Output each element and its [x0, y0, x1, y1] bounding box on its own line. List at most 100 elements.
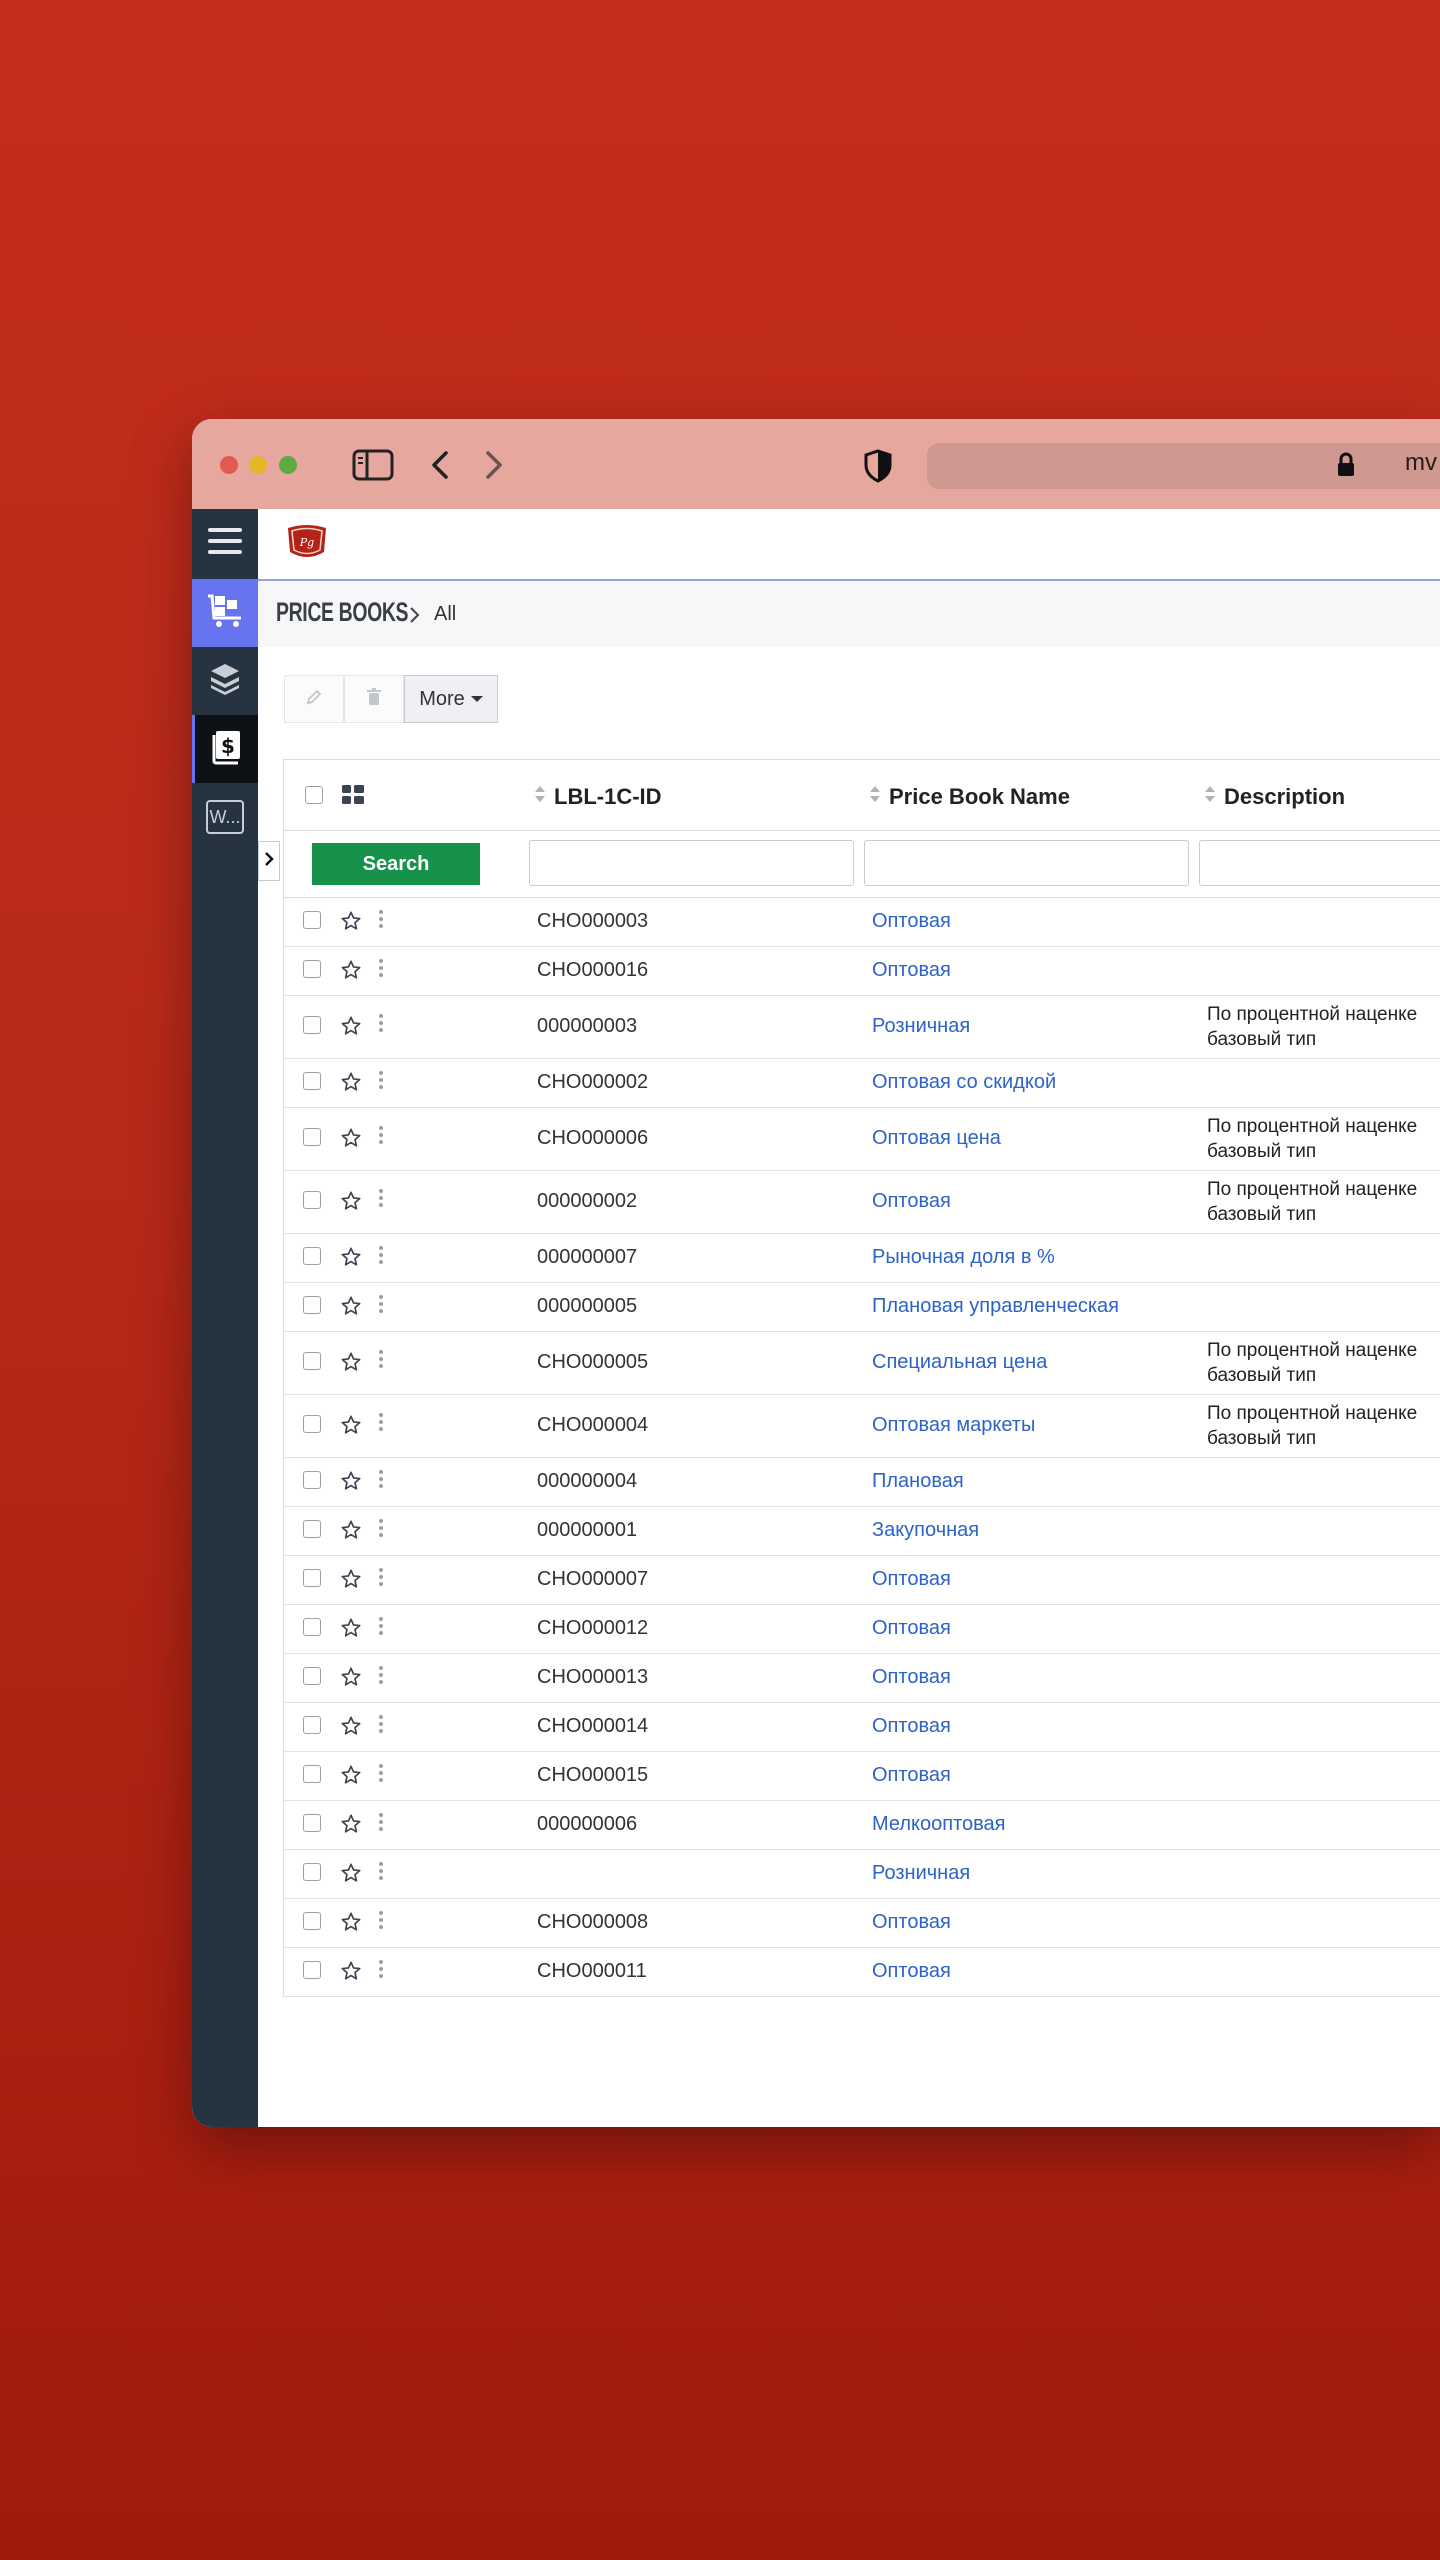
- kebab-icon[interactable]: [378, 1012, 384, 1040]
- cell-price-book-name-link[interactable]: Оптовая: [872, 1715, 951, 1738]
- company-logo[interactable]: Pg: [284, 522, 330, 562]
- address-bar[interactable]: [927, 443, 1440, 489]
- maximize-window-button[interactable]: [279, 456, 297, 474]
- kebab-icon[interactable]: [378, 1124, 384, 1152]
- view-name[interactable]: All: [434, 603, 456, 626]
- cell-price-book-name-link[interactable]: Оптовая цена: [872, 1127, 1001, 1150]
- cell-price-book-name-link[interactable]: Рыночная доля в %: [872, 1246, 1055, 1269]
- kebab-icon[interactable]: [378, 1860, 384, 1888]
- star-icon[interactable]: [340, 1862, 362, 1890]
- star-icon[interactable]: [340, 1071, 362, 1099]
- row-checkbox[interactable]: [303, 960, 321, 978]
- module-title[interactable]: PRICE BOOKS: [276, 597, 409, 628]
- row-checkbox[interactable]: [303, 1863, 321, 1881]
- star-icon[interactable]: [340, 1015, 362, 1043]
- sort-icon[interactable]: [869, 784, 881, 810]
- star-icon[interactable]: [340, 1295, 362, 1323]
- row-checkbox[interactable]: [303, 1814, 321, 1832]
- row-checkbox[interactable]: [303, 1471, 321, 1489]
- cell-price-book-name-link[interactable]: Оптовая: [872, 910, 951, 933]
- grid-icon[interactable]: [341, 784, 365, 811]
- url-text[interactable]: mv: [1405, 449, 1437, 477]
- star-icon[interactable]: [340, 959, 362, 987]
- main-menu-button[interactable]: [192, 509, 258, 577]
- kebab-icon[interactable]: [378, 1713, 384, 1741]
- sidebar-item-products[interactable]: [192, 579, 258, 647]
- delete-button[interactable]: [344, 675, 404, 723]
- select-all-checkbox[interactable]: [305, 786, 323, 804]
- close-window-button[interactable]: [220, 456, 238, 474]
- edit-button[interactable]: [284, 675, 344, 723]
- cell-price-book-name-link[interactable]: Оптовая со скидкой: [872, 1071, 1056, 1094]
- sidebar-item-w[interactable]: W...: [192, 783, 258, 851]
- column-header-price-book-name[interactable]: Price Book Name: [869, 784, 1070, 810]
- cell-price-book-name-link[interactable]: Плановая управленческая: [872, 1295, 1119, 1318]
- expand-filters-handle[interactable]: [258, 841, 280, 881]
- row-checkbox[interactable]: [303, 1191, 321, 1209]
- shield-icon[interactable]: [863, 449, 893, 488]
- kebab-icon[interactable]: [378, 1069, 384, 1097]
- star-icon[interactable]: [340, 1246, 362, 1274]
- cell-price-book-name-link[interactable]: Оптовая: [872, 1190, 951, 1213]
- sort-icon[interactable]: [1204, 784, 1216, 810]
- kebab-icon[interactable]: [378, 908, 384, 936]
- minimize-window-button[interactable]: [249, 456, 267, 474]
- kebab-icon[interactable]: [378, 1811, 384, 1839]
- row-checkbox[interactable]: [303, 1912, 321, 1930]
- row-checkbox[interactable]: [303, 1618, 321, 1636]
- sidebar-item-price-books[interactable]: $: [192, 715, 258, 783]
- sidebar-toggle-icon[interactable]: [352, 449, 394, 486]
- kebab-icon[interactable]: [378, 1517, 384, 1545]
- star-icon[interactable]: [340, 1813, 362, 1841]
- sidebar-item-packages[interactable]: [192, 647, 258, 715]
- star-icon[interactable]: [340, 1911, 362, 1939]
- cell-price-book-name-link[interactable]: Оптовая: [872, 1764, 951, 1787]
- kebab-icon[interactable]: [378, 1293, 384, 1321]
- search-button[interactable]: Search: [312, 843, 480, 885]
- cell-price-book-name-link[interactable]: Оптовая: [872, 1911, 951, 1934]
- column-header-lbl-1c-id[interactable]: LBL-1C-ID: [534, 784, 662, 810]
- filter-price-book-name-input[interactable]: [864, 840, 1189, 886]
- star-icon[interactable]: [340, 1764, 362, 1792]
- star-icon[interactable]: [340, 1617, 362, 1645]
- kebab-icon[interactable]: [378, 1762, 384, 1790]
- column-header-description[interactable]: Description: [1204, 784, 1345, 810]
- star-icon[interactable]: [340, 1666, 362, 1694]
- star-icon[interactable]: [340, 1127, 362, 1155]
- cell-price-book-name-link[interactable]: Розничная: [872, 1015, 970, 1038]
- row-checkbox[interactable]: [303, 1016, 321, 1034]
- star-icon[interactable]: [340, 1568, 362, 1596]
- kebab-icon[interactable]: [378, 1348, 384, 1376]
- star-icon[interactable]: [340, 1351, 362, 1379]
- sort-icon[interactable]: [534, 784, 546, 810]
- filter-description-input[interactable]: [1199, 840, 1440, 886]
- row-checkbox[interactable]: [303, 1296, 321, 1314]
- star-icon[interactable]: [340, 1414, 362, 1442]
- kebab-icon[interactable]: [378, 957, 384, 985]
- star-icon[interactable]: [340, 1470, 362, 1498]
- kebab-icon[interactable]: [378, 1615, 384, 1643]
- kebab-icon[interactable]: [378, 1411, 384, 1439]
- star-icon[interactable]: [340, 1519, 362, 1547]
- row-checkbox[interactable]: [303, 1247, 321, 1265]
- forward-icon[interactable]: [482, 449, 506, 486]
- row-checkbox[interactable]: [303, 1961, 321, 1979]
- cell-price-book-name-link[interactable]: Оптовая маркеты: [872, 1414, 1035, 1437]
- cell-price-book-name-link[interactable]: Плановая: [872, 1470, 964, 1493]
- row-checkbox[interactable]: [303, 1415, 321, 1433]
- row-checkbox[interactable]: [303, 1520, 321, 1538]
- cell-price-book-name-link[interactable]: Оптовая: [872, 1617, 951, 1640]
- star-icon[interactable]: [340, 1190, 362, 1218]
- cell-price-book-name-link[interactable]: Оптовая: [872, 1568, 951, 1591]
- kebab-icon[interactable]: [378, 1566, 384, 1594]
- row-checkbox[interactable]: [303, 1128, 321, 1146]
- more-dropdown-button[interactable]: More: [404, 675, 498, 723]
- cell-price-book-name-link[interactable]: Оптовая: [872, 1666, 951, 1689]
- cell-price-book-name-link[interactable]: Закупочная: [872, 1519, 979, 1542]
- back-icon[interactable]: [428, 449, 452, 486]
- star-icon[interactable]: [340, 1960, 362, 1988]
- star-icon[interactable]: [340, 910, 362, 938]
- row-checkbox[interactable]: [303, 1072, 321, 1090]
- row-checkbox[interactable]: [303, 1569, 321, 1587]
- row-checkbox[interactable]: [303, 1352, 321, 1370]
